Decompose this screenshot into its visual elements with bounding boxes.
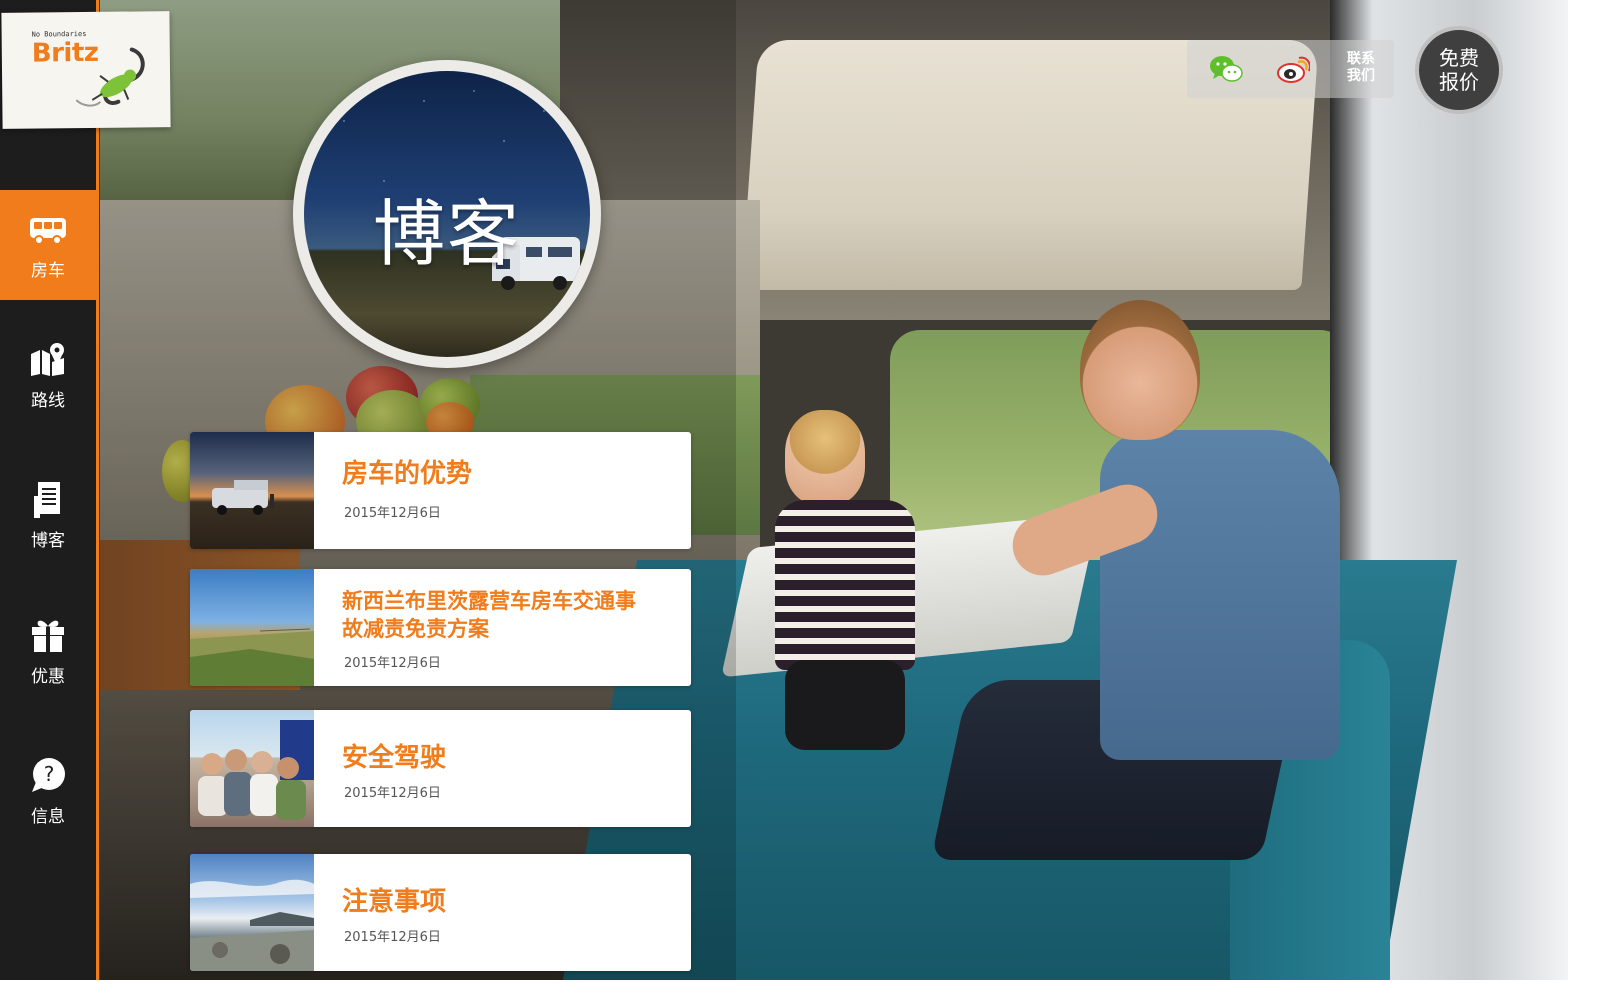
help-bubble-icon: ? bbox=[32, 758, 65, 792]
svg-text:?: ? bbox=[44, 762, 55, 786]
post-date: 2015年12月6日 bbox=[344, 786, 441, 801]
post-date: 2015年12月6日 bbox=[344, 930, 441, 945]
sidebar-item-blog[interactable]: 博客 bbox=[0, 460, 96, 570]
document-icon bbox=[34, 482, 60, 518]
sidebar-item-label: 路线 bbox=[31, 391, 65, 411]
post-title: 注意事项 bbox=[342, 887, 447, 917]
post-thumbnail bbox=[190, 710, 314, 827]
post-title: 房车的优势 bbox=[342, 459, 473, 489]
gecko-icon bbox=[75, 47, 145, 107]
post-title: 新西兰布里茨露营车房车交通事故减责免责方案 bbox=[342, 589, 636, 641]
post-thumbnail bbox=[190, 854, 314, 971]
blog-post-card[interactable]: 安全驾驶 2015年12月6日 bbox=[190, 710, 691, 827]
quote-label: 报价 bbox=[1439, 70, 1479, 94]
campervan-icon bbox=[30, 218, 66, 245]
sidebar-item-label: 博客 bbox=[31, 531, 65, 551]
post-date: 2015年12月6日 bbox=[344, 506, 441, 521]
sidebar-item-campervan[interactable]: 房车 bbox=[0, 190, 96, 300]
gift-icon bbox=[32, 620, 64, 652]
post-date: 2015年12月6日 bbox=[344, 656, 441, 671]
hero-title: 博客 bbox=[372, 192, 521, 276]
map-pin-icon bbox=[31, 343, 64, 376]
page: 房车 路线 博客 优惠 ? 信息 No Boundaries Britz 博客 … bbox=[0, 0, 1568, 980]
hero-image: 博客 bbox=[304, 71, 590, 357]
sidebar-item-info[interactable]: ? 信息 bbox=[0, 736, 96, 846]
contact-line: 联系 bbox=[1347, 51, 1375, 67]
sidebar-item-deals[interactable]: 优惠 bbox=[0, 596, 96, 706]
contact-line: 我们 bbox=[1347, 68, 1375, 84]
quote-label: 免费 bbox=[1439, 46, 1479, 70]
blog-post-card[interactable]: 房车的优势 2015年12月6日 bbox=[190, 432, 691, 549]
hero-badge: 博客 bbox=[293, 60, 601, 368]
wechat-icon[interactable] bbox=[1209, 54, 1243, 84]
blog-post-card[interactable]: 新西兰布里茨露营车房车交通事故减责免责方案 2015年12月6日 bbox=[190, 569, 691, 686]
brand-logo[interactable]: No Boundaries Britz bbox=[1, 11, 171, 129]
sidebar-nav: 房车 路线 博客 优惠 ? 信息 bbox=[0, 0, 99, 980]
sidebar-item-label: 信息 bbox=[31, 807, 65, 827]
blog-post-card[interactable]: 注意事项 2015年12月6日 bbox=[190, 854, 691, 971]
weibo-icon[interactable] bbox=[1276, 54, 1310, 84]
sidebar-item-label: 房车 bbox=[31, 261, 65, 281]
sidebar-item-routes[interactable]: 路线 bbox=[0, 320, 96, 430]
contact-us-link[interactable]: 联系 我们 bbox=[1341, 51, 1381, 85]
free-quote-button[interactable]: 免费 报价 bbox=[1415, 26, 1503, 114]
post-thumbnail bbox=[190, 569, 314, 686]
social-bar: 联系 我们 bbox=[1187, 40, 1394, 98]
sidebar-item-label: 优惠 bbox=[31, 667, 65, 687]
post-thumbnail bbox=[190, 432, 314, 549]
post-title: 安全驾驶 bbox=[342, 743, 447, 773]
